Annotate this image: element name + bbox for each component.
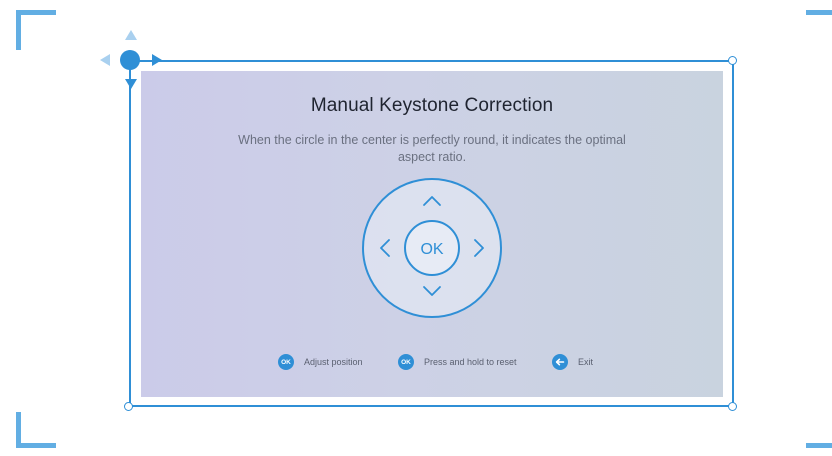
corner-bracket-top-left xyxy=(16,10,56,15)
corner-bracket-top-left-vertical xyxy=(16,10,21,50)
corner-handle-bottom-left[interactable] xyxy=(124,402,133,411)
arrow-up-icon xyxy=(125,30,137,40)
active-corner-handle[interactable] xyxy=(100,30,162,92)
corner-handle-bottom-right[interactable] xyxy=(728,402,737,411)
drag-handle-icon xyxy=(120,50,140,70)
keystone-frame xyxy=(129,60,734,407)
arrow-left-icon xyxy=(100,54,110,66)
corner-bracket-bottom-left xyxy=(16,443,56,448)
arrow-right-icon xyxy=(152,54,162,66)
arrow-down-icon xyxy=(125,79,137,89)
corner-bracket-top-right xyxy=(806,10,832,15)
corner-bracket-bottom-right xyxy=(806,443,832,448)
corner-bracket-bottom-left-vertical xyxy=(16,412,21,448)
corner-handle-top-right[interactable] xyxy=(728,56,737,65)
keystone-screen: Manual Keystone Correction When the circ… xyxy=(0,0,832,456)
